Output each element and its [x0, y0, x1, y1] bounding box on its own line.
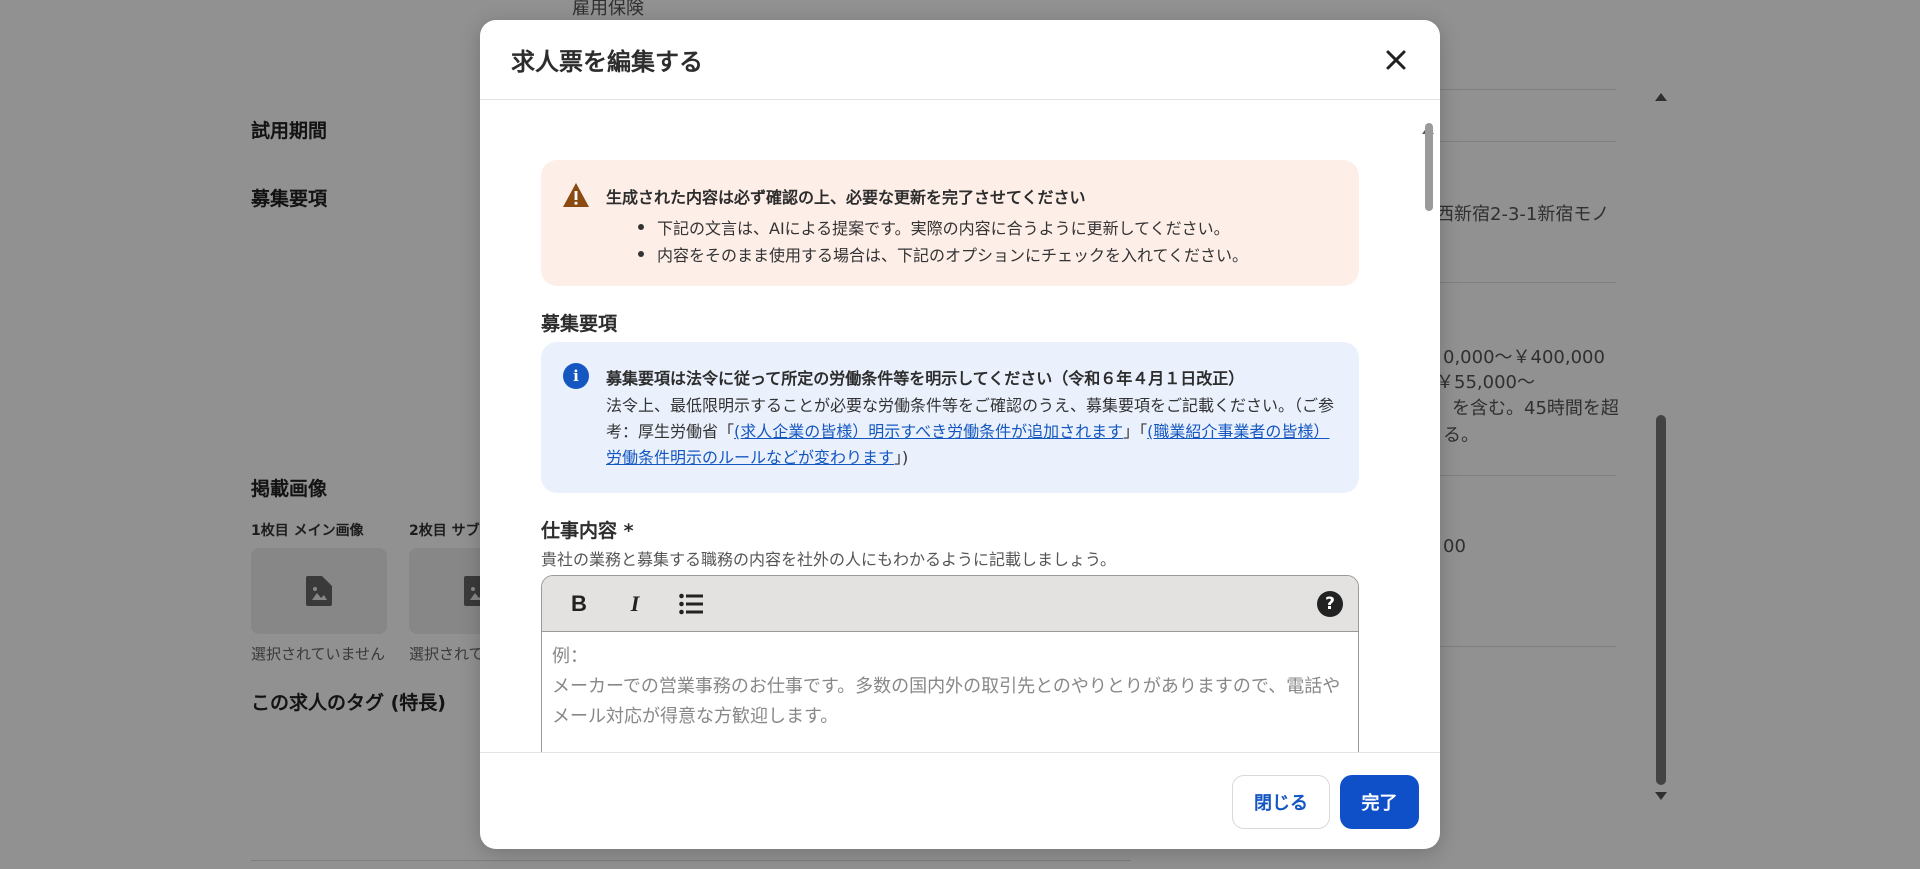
modal-scrollbar-thumb[interactable]	[1425, 123, 1433, 211]
warning-item-text: 内容をそのまま使用する場合は、下記のオプションにチェックを入れてください。	[657, 245, 1249, 265]
list-item: 内容をそのまま使用する場合は、下記のオプションにチェックを入れてください。	[606, 240, 1248, 267]
job-description-editor: B I ? 例： メーカーでの営業事務のお仕事です。多数の国内外の取引先とのやり…	[541, 575, 1359, 752]
job-description-label: 仕事内容 *	[541, 520, 634, 542]
italic-button[interactable]: I	[616, 585, 654, 623]
legal-info-box: i 募集要項は法令に従って所定の労働条件等を明示してください（令和６年４月１日改…	[541, 342, 1359, 493]
close-icon[interactable]	[1382, 46, 1410, 74]
close-button[interactable]: 閉じる	[1232, 775, 1330, 829]
warning-list: 下記の文言は、AIによる提案です。実際の内容に合うように更新してください。 内容…	[606, 213, 1248, 267]
info-icon: i	[563, 363, 589, 389]
job-description-help: 貴社の業務と募集する職務の内容を社外の人にもわかるように記載しましょう。	[541, 550, 1117, 569]
warning-item-text: 下記の文言は、AIによる提案です。実際の内容に合うように更新してください。	[657, 218, 1230, 238]
editor-toolbar: B I ?	[542, 576, 1358, 632]
edit-job-modal: 求人票を編集する 生成された内容は必ず確認の上、必要な更新を完了させてください …	[480, 20, 1440, 849]
modal-title: 求人票を編集する	[511, 48, 703, 76]
warning-icon	[563, 183, 589, 207]
ai-warning-box: 生成された内容は必ず確認の上、必要な更新を完了させてください 下記の文言は、AI…	[541, 160, 1359, 286]
modal-header: 求人票を編集する	[480, 20, 1440, 100]
help-icon[interactable]: ?	[1317, 591, 1343, 617]
bullet-list-button[interactable]	[672, 585, 710, 623]
done-button[interactable]: 完了	[1340, 775, 1419, 829]
modal-footer: 閉じる 完了	[480, 752, 1440, 849]
bold-button[interactable]: B	[560, 585, 598, 623]
info-text: 法令上、最低限明示することが必要な労働条件等をご確認のうえ、募集要項をご記載くだ…	[606, 396, 1335, 467]
warning-title: 生成された内容は必ず確認の上、必要な更新を完了させてください	[606, 188, 1086, 207]
info-title: 募集要項は法令に従って所定の労働条件等を明示してください（令和６年４月１日改正）	[606, 369, 1245, 388]
list-item: 下記の文言は、AIによる提案です。実際の内容に合うように更新してください。	[606, 213, 1248, 240]
mhlw-employer-link[interactable]: (求人企業の皆様）明示すべき労働条件が追加されます	[734, 422, 1123, 441]
modal-body: 生成された内容は必ず確認の上、必要な更新を完了させてください 下記の文言は、AI…	[480, 101, 1440, 752]
section-title: 募集要項	[541, 313, 618, 335]
job-description-input[interactable]: 例： メーカーでの営業事務のお仕事です。多数の国内外の取引先とのやりとりがありま…	[542, 632, 1358, 742]
bullet-list-icon	[679, 593, 703, 614]
